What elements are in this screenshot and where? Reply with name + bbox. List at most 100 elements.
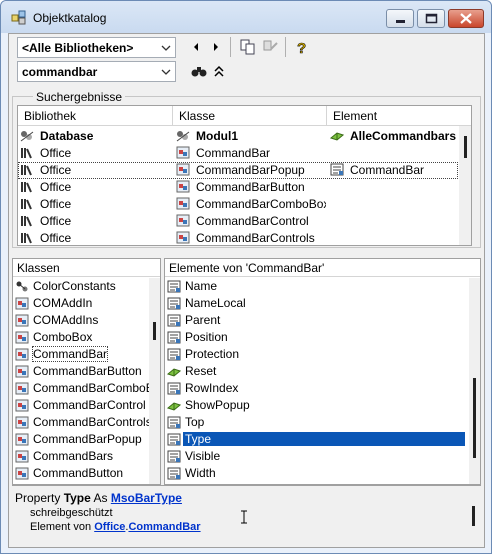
table-row[interactable]: Office CommandBarPopup CommandBar <box>18 162 458 179</box>
window-title: Objektkatalog <box>33 11 107 25</box>
class-item[interactable]: CommandBarControl <box>13 397 149 414</box>
library-cell: Office <box>20 214 170 228</box>
class-cell: CommandBarControl <box>176 214 326 228</box>
member-icon <box>330 163 344 176</box>
back-button[interactable] <box>186 37 206 57</box>
search-results-label: Suchergebnisse <box>33 90 126 104</box>
scrollbar-thumb[interactable] <box>464 136 467 158</box>
scrollbar-thumb[interactable] <box>472 506 475 526</box>
member-item[interactable]: NameLocal <box>165 295 469 312</box>
search-button[interactable] <box>189 61 209 81</box>
minimize-button[interactable] <box>386 9 414 28</box>
detail-type-link[interactable]: MsoBarType <box>111 491 182 505</box>
class-item-label: CommandBarButton <box>33 364 142 378</box>
table-row[interactable]: Office CommandBarControl <box>18 213 458 230</box>
class-icon <box>176 197 190 210</box>
forward-button[interactable] <box>206 37 226 57</box>
table-row[interactable]: Office CommandBarButton <box>18 179 458 196</box>
class-item[interactable]: CommandBarPopup <box>13 431 149 448</box>
class-cell: Modul1 <box>176 129 326 143</box>
member-item-label: ShowPopup <box>185 398 250 412</box>
class-icon <box>176 214 190 227</box>
class-icon <box>15 399 29 412</box>
column-header-library[interactable]: Bibliothek <box>18 106 173 126</box>
class-icon <box>15 416 29 429</box>
class-icon <box>15 348 29 361</box>
maximize-icon <box>425 13 438 24</box>
members-scrollbar[interactable] <box>469 278 480 484</box>
class-item[interactable]: ColorConstants <box>13 278 149 295</box>
library-dropdown[interactable]: <Alle Bibliotheken> <box>17 37 176 58</box>
class-item[interactable]: CommandBarControls <box>13 414 152 431</box>
library-text: Office <box>40 180 72 194</box>
member-item[interactable]: Protection <box>165 346 469 363</box>
member-item[interactable]: Width <box>165 465 469 482</box>
double-chevron-up-icon <box>214 65 224 77</box>
member-item[interactable]: Top <box>165 414 469 431</box>
member-item-label: RowIndex <box>185 381 239 395</box>
member-item-label: Type <box>182 431 466 447</box>
column-header-element[interactable]: Element <box>327 106 471 126</box>
table-row[interactable]: Database Modul1 AlleCommandbars <box>18 128 458 145</box>
class-item[interactable]: CommandBars <box>13 448 149 465</box>
search-input[interactable]: commandbar <box>17 61 176 82</box>
library-text: Office <box>40 163 72 177</box>
table-row[interactable]: Office CommandBarControls <box>18 230 458 245</box>
detail-library-link[interactable]: Office <box>94 521 125 533</box>
member-item[interactable]: Visible <box>165 448 469 465</box>
table-row[interactable]: Office CommandBar <box>18 145 458 162</box>
detail-signature: Property Type As MsoBarType <box>15 491 182 505</box>
detail-class-link[interactable]: CommandBar <box>128 521 200 533</box>
library-cell: Office <box>20 180 170 194</box>
library-icon <box>21 199 32 210</box>
results-scrollbar[interactable] <box>459 126 471 245</box>
class-item[interactable]: COMAddIn <box>13 295 149 312</box>
class-item[interactable]: CommandBar <box>13 346 149 363</box>
toolbar-separator <box>230 37 231 57</box>
members-header: Elemente von 'CommandBar' <box>165 259 480 277</box>
table-row[interactable]: Office CommandBarComboBox <box>18 196 458 213</box>
text-cursor-icon <box>240 510 248 524</box>
view-definition-button[interactable] <box>261 37 281 57</box>
member-item[interactable]: Parent <box>165 312 469 329</box>
classes-scrollbar[interactable] <box>149 278 160 484</box>
class-icon <box>15 467 29 480</box>
class-item[interactable]: ComboBox <box>13 329 149 346</box>
object-browser-window: Objektkatalog <Alle Bibliotheken> ? comm… <box>0 0 492 554</box>
member-cell: AlleCommandbars <box>330 129 460 143</box>
class-icon <box>176 180 190 193</box>
help-button[interactable]: ? <box>292 37 312 57</box>
maximize-button[interactable] <box>417 9 445 28</box>
class-icon <box>176 146 190 159</box>
property-icon <box>167 331 181 344</box>
member-item[interactable]: RowIndex <box>165 380 469 397</box>
library-icon <box>21 233 32 244</box>
library-dropdown-value: <Alle Bibliotheken> <box>22 41 134 55</box>
class-item[interactable]: CommandBarButton <box>13 363 149 380</box>
member-item[interactable]: Name <box>165 278 469 295</box>
column-header-class[interactable]: Klasse <box>173 106 327 126</box>
detail-signature-prefix: Property <box>15 491 64 505</box>
property-icon <box>167 450 181 463</box>
library-text: Database <box>40 129 94 143</box>
detail-scrollbar[interactable] <box>468 488 479 544</box>
element-text: CommandBar <box>350 163 425 177</box>
property-icon <box>167 467 181 480</box>
scrollbar-thumb[interactable] <box>473 378 476 458</box>
property-icon <box>167 280 181 293</box>
close-button[interactable] <box>448 9 484 28</box>
member-item[interactable]: ShowPopup <box>165 397 469 414</box>
collapse-search-button[interactable] <box>209 61 229 81</box>
minimize-icon <box>396 20 405 23</box>
class-item[interactable]: COMAddIns <box>13 312 149 329</box>
class-text: CommandBar <box>196 146 271 160</box>
member-item[interactable]: Position <box>165 329 469 346</box>
library-icon <box>20 131 34 142</box>
member-item[interactable]: Reset <box>165 363 469 380</box>
scrollbar-thumb[interactable] <box>153 322 156 340</box>
class-item[interactable]: CommandBarComboBox <box>13 380 160 397</box>
triangle-right-icon <box>214 43 218 51</box>
class-item[interactable]: CommandButton <box>13 465 149 482</box>
copy-button[interactable] <box>238 37 258 57</box>
member-item[interactable]: Type <box>165 431 469 448</box>
